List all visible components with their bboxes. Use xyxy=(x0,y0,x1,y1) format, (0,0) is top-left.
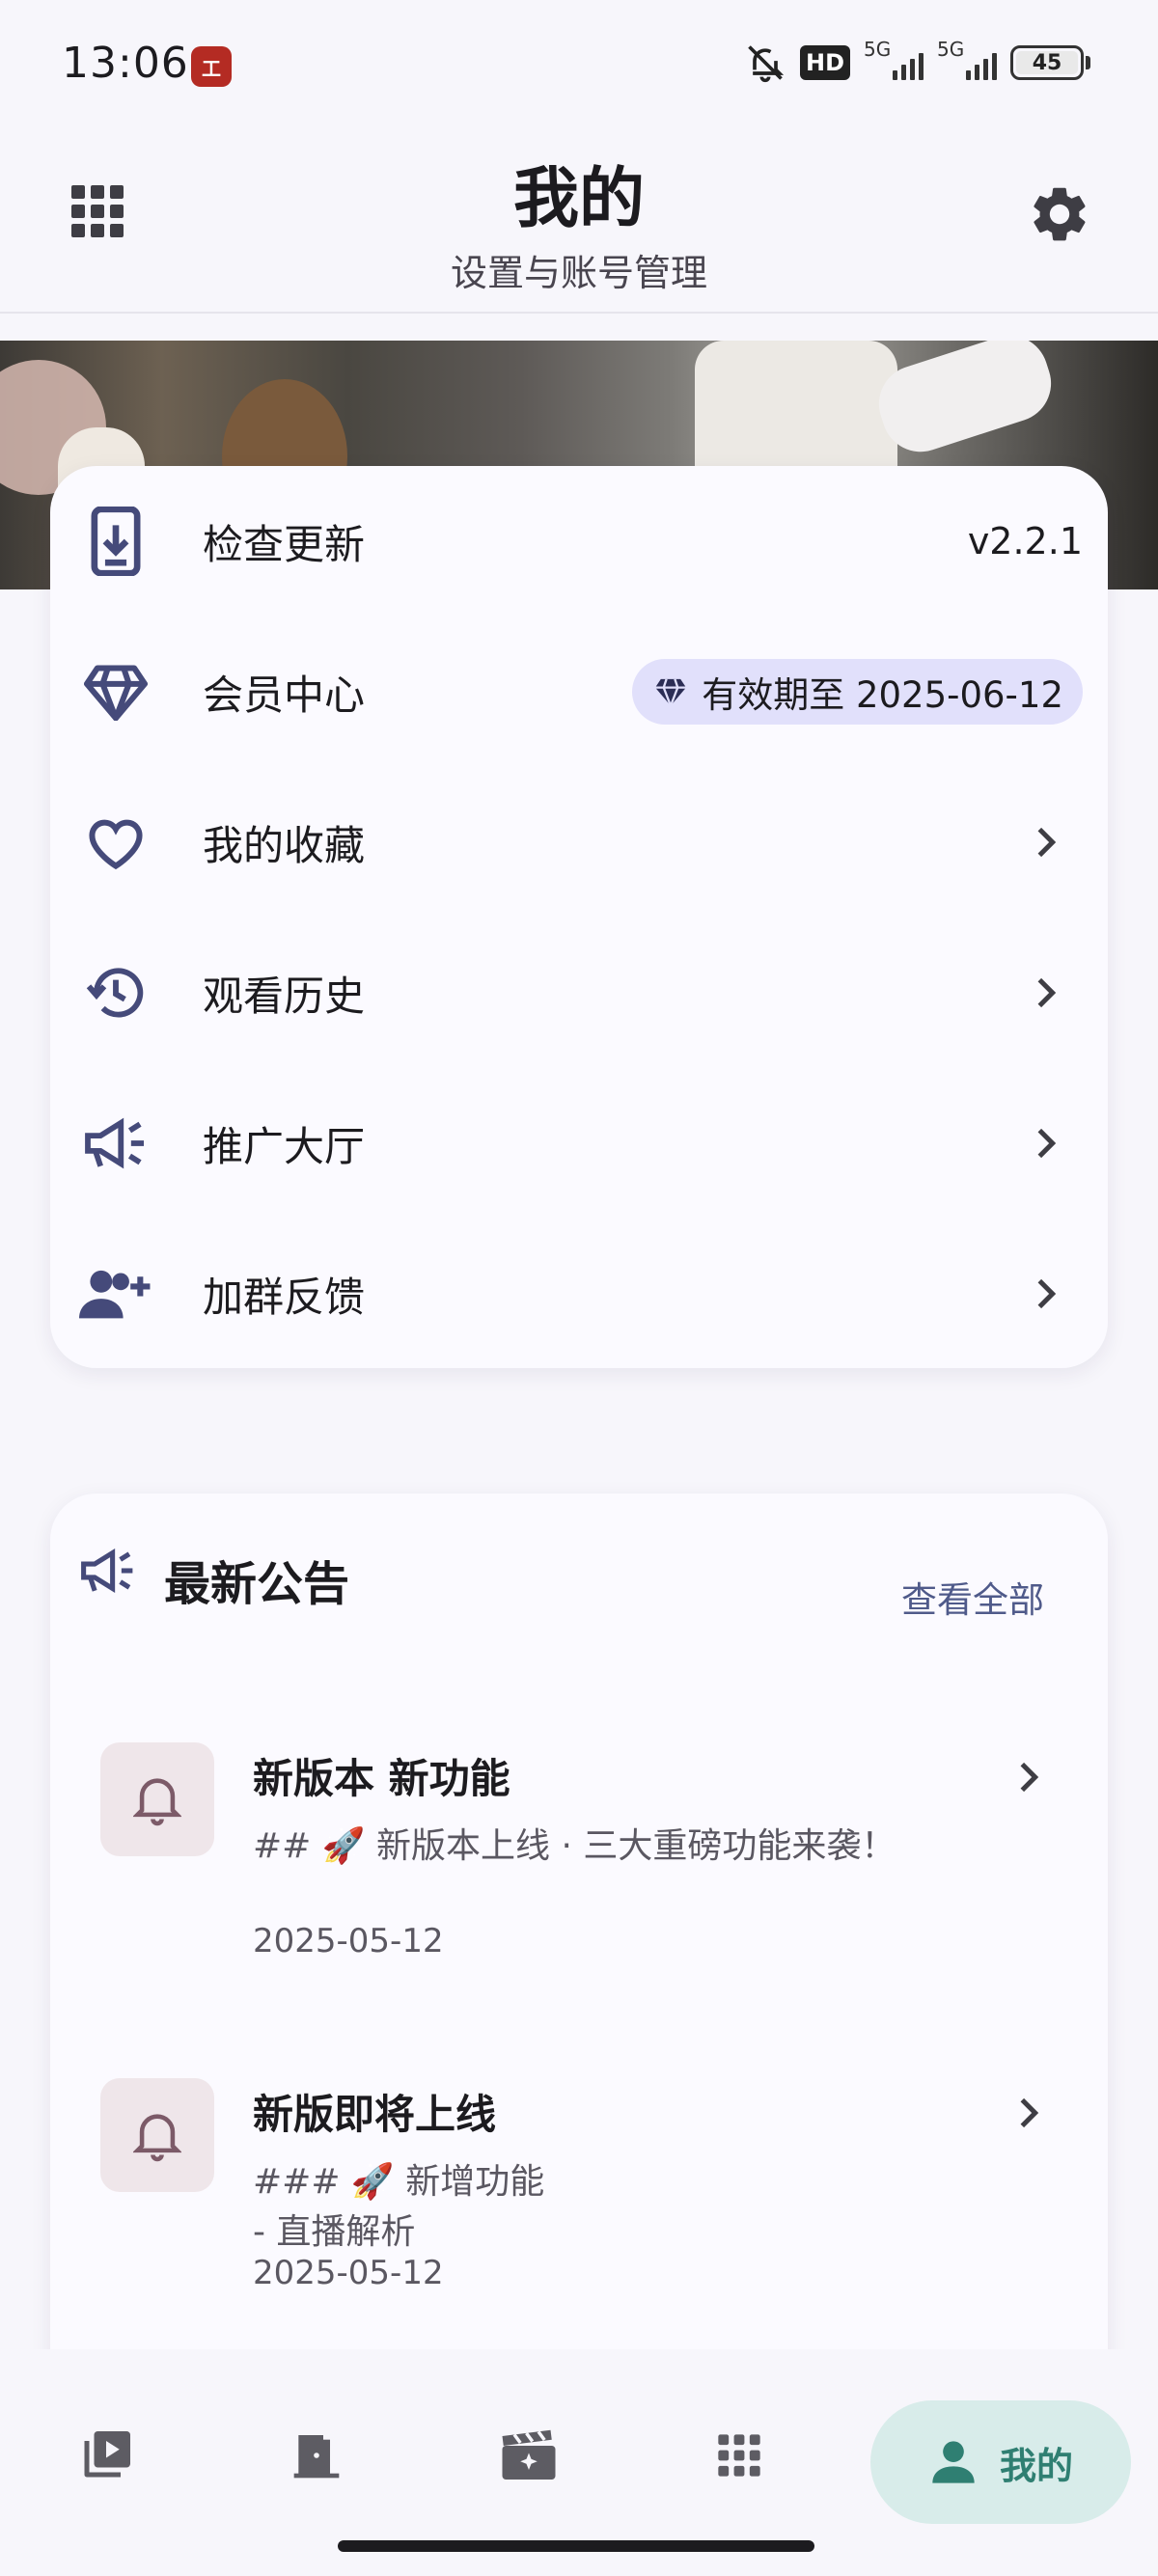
megaphone-icon xyxy=(81,1548,133,1594)
chevron-right-icon xyxy=(1020,2097,1039,2128)
menu-item-label: 加群反馈 xyxy=(203,1273,366,1321)
announcement-item[interactable]: 新版即将上线 ### 🚀 新增功能 - 直播解析 2025-05-12 xyxy=(50,2078,1108,2368)
home-indicator[interactable] xyxy=(338,2540,814,2552)
apps-grid-icon xyxy=(718,2434,760,2477)
signal-5g-icon-2: 5G xyxy=(937,38,997,84)
nav-apps[interactable] xyxy=(681,2398,797,2513)
diamond-icon xyxy=(79,655,152,728)
menu-item-label: 我的收藏 xyxy=(203,821,366,869)
menu-item-label: 观看历史 xyxy=(203,972,366,1020)
menu-item-history[interactable]: 观看历史 xyxy=(50,918,1108,1068)
menu-item-check-update[interactable]: 检查更新 v2.2.1 xyxy=(50,466,1108,617)
announcement-title: 新版本 新功能 xyxy=(253,1755,510,1802)
door-icon xyxy=(293,2435,340,2479)
menu-item-favorites[interactable]: 我的收藏 xyxy=(50,767,1108,918)
chevron-right-icon xyxy=(1020,1762,1039,1793)
top-app-bar: 我的 设置与账号管理 xyxy=(0,125,1158,314)
view-all-link[interactable]: 查看全部 xyxy=(901,1571,1044,1623)
history-icon xyxy=(79,956,152,1029)
menu-item-label: 推广大厅 xyxy=(203,1122,366,1170)
signal-tag-2: 5G xyxy=(937,38,965,61)
status-bar: 13:06 工 HD 5G 5G 45 xyxy=(0,0,1158,125)
add-group-icon xyxy=(79,1257,152,1330)
bell-icon xyxy=(100,2078,214,2192)
announcements-title: 最新公告 xyxy=(164,1557,350,1611)
membership-expiry-text: 有效期至 2025-06-12 xyxy=(702,674,1063,716)
announcement-preview: ## 🚀 新版本上线 · 三大重磅功能来袭！ xyxy=(253,1826,896,1866)
signal-tag: 5G xyxy=(864,38,892,61)
chevron-right-icon xyxy=(1037,827,1057,858)
gear-icon[interactable] xyxy=(1027,181,1092,247)
menu-item-label: 检查更新 xyxy=(203,520,366,568)
nav-profile-active[interactable]: 我的 xyxy=(870,2400,1131,2524)
page-title: 我的 xyxy=(512,161,645,237)
membership-expiry-badge: 有效期至 2025-06-12 xyxy=(632,659,1083,725)
announcement-title: 新版即将上线 xyxy=(253,2091,497,2138)
hd-voice-badge: HD xyxy=(799,45,850,80)
announcement-preview: ### 🚀 新增功能 xyxy=(253,2162,545,2202)
megaphone-icon xyxy=(79,1107,152,1180)
chevron-right-icon xyxy=(1037,977,1057,1008)
nav-door[interactable] xyxy=(259,2398,374,2513)
video-library-icon xyxy=(84,2431,130,2478)
profile-page: 13:06 工 HD 5G 5G 45 我的 设置与账号管理 检查更新 v2.2… xyxy=(0,0,1158,2576)
signal-5g-icon: 5G xyxy=(864,38,924,84)
bell-icon xyxy=(100,1742,214,1856)
menu-item-label: 会员中心 xyxy=(203,671,366,719)
download-phone-icon xyxy=(79,505,152,578)
battery-icon: 45 xyxy=(1010,45,1090,80)
announcement-preview-line2: - 直播解析 xyxy=(253,2212,416,2252)
menu-item-promotion[interactable]: 推广大厅 xyxy=(50,1068,1108,1219)
battery-level: 45 xyxy=(1016,51,1078,75)
announcement-item[interactable]: 新版本 新功能 ## 🚀 新版本上线 · 三大重磅功能来袭！ 2025-05-1… xyxy=(50,1742,1108,2032)
menu-item-membership[interactable]: 会员中心 有效期至 2025-06-12 xyxy=(50,617,1108,767)
announcement-date: 2025-05-12 xyxy=(253,1922,444,1960)
announcements-header: 最新公告 查看全部 xyxy=(50,1494,1108,1621)
page-subtitle: 设置与账号管理 xyxy=(450,252,707,294)
app-badge-icon: 工 xyxy=(191,46,232,87)
menu-item-join-group[interactable]: 加群反馈 xyxy=(50,1219,1108,1369)
chevron-right-icon xyxy=(1037,1278,1057,1309)
nav-movies[interactable] xyxy=(471,2398,587,2513)
app-version-value: v2.2.1 xyxy=(967,520,1083,562)
movie-clapper-icon xyxy=(502,2429,556,2480)
bell-off-icon xyxy=(744,41,786,85)
heart-icon xyxy=(79,806,152,879)
nav-profile-label: 我的 xyxy=(999,2444,1073,2487)
diamond-small-icon xyxy=(655,678,687,707)
announcement-date: 2025-05-12 xyxy=(253,2254,444,2292)
status-time: 13:06 xyxy=(62,39,189,88)
chevron-right-icon xyxy=(1037,1128,1057,1159)
settings-menu-card: 检查更新 v2.2.1 会员中心 有效期至 2025-06-12 我的收藏 观看… xyxy=(50,466,1108,1368)
nav-video-library[interactable] xyxy=(48,2398,164,2513)
status-indicators: HD 5G 5G 45 xyxy=(744,38,1090,85)
person-icon xyxy=(932,2441,975,2483)
